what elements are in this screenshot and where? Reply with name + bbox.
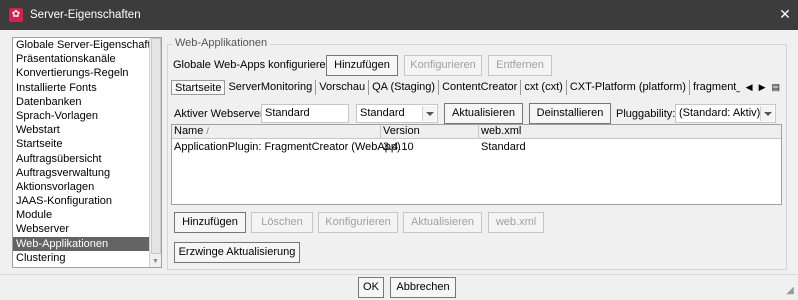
webapp-table: Name / Version web.xml ApplicationPlugin:…: [171, 124, 782, 205]
column-header-webxml[interactable]: web.xml: [479, 125, 781, 139]
table-update-button[interactable]: Aktualisieren: [403, 212, 482, 233]
resize-grip-icon[interactable]: ◢: [784, 285, 796, 297]
active-webserver-label: Aktiver Webserver:: [174, 108, 267, 120]
cell-version: 3.4.10: [383, 141, 414, 153]
global-configure-button[interactable]: Konfigurieren: [404, 55, 482, 76]
sidebar-item-web-applications[interactable]: Web-Applikationen: [13, 236, 161, 251]
force-update-button[interactable]: Erzwinge Aktualisierung: [174, 242, 300, 263]
cell-name: ApplicationPlugin: FragmentCreator (WebA…: [174, 141, 401, 153]
scrollbar-thumb[interactable]: [151, 38, 161, 254]
sidebar-item-jaas-configuration[interactable]: JAAS-Konfiguration: [13, 194, 161, 208]
cell-webxml: Standard: [481, 141, 526, 153]
ok-button[interactable]: OK: [358, 277, 384, 298]
webserver-select[interactable]: Standard: [356, 104, 438, 123]
active-webserver-field[interactable]: Standard: [261, 104, 349, 123]
chevron-down-icon: [422, 106, 436, 121]
tab-vorschau[interactable]: Vorschau: [316, 80, 370, 95]
sidebar-item-webserver[interactable]: Webserver: [13, 222, 161, 236]
category-list: Globale Server-Eigenschaften Präsentatio…: [12, 37, 162, 268]
tab-cxt[interactable]: cxt (cxt): [521, 80, 567, 95]
sidebar-item-databases[interactable]: Datenbanken: [13, 95, 161, 109]
table-add-button[interactable]: Hinzufügen: [174, 212, 246, 233]
uninstall-button[interactable]: Deinstallieren: [529, 103, 611, 124]
column-header-version[interactable]: Version: [381, 125, 479, 139]
sidebar-item-installed-fonts[interactable]: Installierte Fonts: [13, 81, 161, 95]
title-bar: ✿ Server-Eigenschaften ✕: [0, 0, 798, 30]
webxml-button[interactable]: web.xml: [488, 212, 544, 233]
webapp-tab-bar: Startseite ServerMonitoring Vorschau QA …: [171, 79, 783, 96]
sidebar-item-conversion-rules[interactable]: Konvertierungs-Regeln: [13, 66, 161, 80]
close-icon[interactable]: ✕: [778, 7, 792, 21]
app-gear-icon: ✿: [9, 8, 23, 22]
global-webapps-label: Globale Web-Apps konfigurieren:: [173, 59, 335, 71]
chevron-down-icon: [760, 106, 774, 121]
sidebar-item-global-server-properties[interactable]: Globale Server-Eigenschaften: [13, 38, 161, 52]
cancel-button[interactable]: Abbrechen: [390, 277, 456, 298]
sort-icon: /: [206, 126, 209, 136]
sidebar-item-modules[interactable]: Module: [13, 208, 161, 222]
table-configure-button[interactable]: Konfigurieren: [318, 212, 398, 233]
tab-contentcreator[interactable]: ContentCreator: [439, 80, 522, 95]
sidebar-item-presentation-channels[interactable]: Präsentationskanäle: [13, 52, 161, 66]
tab-servermonitoring[interactable]: ServerMonitoring: [225, 80, 317, 95]
tab-scroll-left-icon[interactable]: ◀: [746, 82, 753, 93]
tab-startseite[interactable]: Startseite: [171, 80, 226, 95]
sidebar-item-webstart[interactable]: Webstart: [13, 123, 161, 137]
tab-navigation: ◀ ▶ ▤: [739, 79, 783, 96]
sidebar-item-start-page[interactable]: Startseite: [13, 137, 161, 151]
sidebar-item-language-templates[interactable]: Sprach-Vorlagen: [13, 109, 161, 123]
global-add-button[interactable]: Hinzufügen: [326, 55, 398, 76]
sidebar-item-action-templates[interactable]: Aktionsvorlagen: [13, 180, 161, 194]
sidebar-scrollbar[interactable]: ▲ ▼: [149, 38, 161, 267]
pluggability-label: Pluggability:: [616, 108, 676, 120]
window-body: Globale Server-Eigenschaften Präsentatio…: [0, 30, 798, 300]
webserver-select-value: Standard: [360, 107, 405, 119]
table-header: Name / Version web.xml: [172, 125, 781, 139]
tab-qa-staging[interactable]: QA (Staging): [369, 80, 440, 95]
update-webserver-button[interactable]: Aktualisieren: [444, 103, 523, 124]
scroll-down-icon[interactable]: ▼: [150, 257, 161, 267]
tab-scroll-right-icon[interactable]: ▶: [759, 82, 766, 93]
sidebar-item-job-management[interactable]: Auftragsverwaltung: [13, 166, 161, 180]
group-title: Web-Applikationen: [172, 37, 271, 49]
footer-separator: [0, 274, 798, 275]
sidebar-item-job-overview[interactable]: Auftragsübersicht: [13, 152, 161, 166]
column-header-name[interactable]: Name /: [172, 125, 381, 139]
table-row[interactable]: ApplicationPlugin: FragmentCreator (WebA…: [172, 140, 781, 154]
tab-cxt-platform[interactable]: CXT-Platform (platform): [567, 80, 690, 95]
tab-list-icon[interactable]: ▤: [771, 82, 780, 93]
pluggability-select[interactable]: (Standard: Aktiv): [675, 104, 776, 123]
global-remove-button[interactable]: Entfernen: [488, 55, 552, 76]
sidebar-item-clustering[interactable]: Clustering: [13, 251, 161, 265]
window-title: Server-Eigenschaften: [30, 9, 141, 21]
pluggability-select-value: (Standard: Aktiv): [679, 107, 761, 119]
table-delete-button[interactable]: Löschen: [251, 212, 313, 233]
